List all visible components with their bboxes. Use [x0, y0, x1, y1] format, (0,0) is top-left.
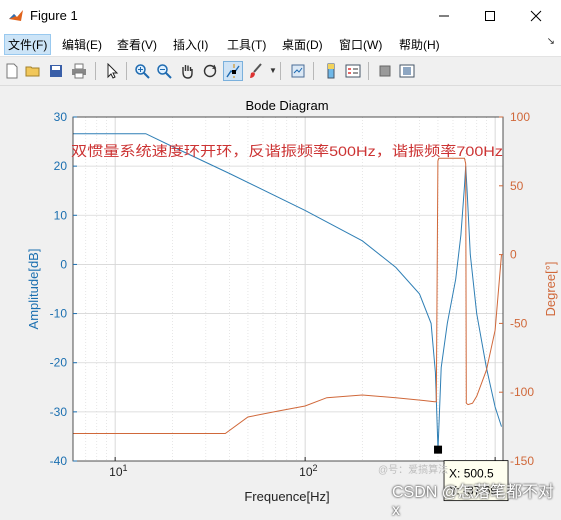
y-axis-left-label: Amplitude[dB] [26, 249, 41, 330]
link-plot-icon[interactable] [288, 61, 308, 81]
data-tip-marker [434, 445, 443, 454]
minimize-button[interactable] [421, 0, 467, 32]
y-right-tick-label: -100 [510, 385, 534, 399]
menu-view[interactable]: 查看(V) [117, 36, 157, 53]
new-figure-icon[interactable] [2, 61, 22, 81]
y-axis-right-label: Degree[°] [543, 261, 558, 316]
zoom-out-icon[interactable] [154, 61, 174, 81]
x-axis-label: Frequence[Hz] [244, 489, 329, 504]
maximize-button[interactable] [467, 0, 513, 32]
watermark-text: CSDN @怎落笔都不对x [392, 484, 555, 519]
open-file-icon[interactable] [23, 61, 43, 81]
menu-window[interactable]: 窗口(W) [339, 36, 382, 53]
toolbar-separator [368, 62, 369, 80]
insert-legend-icon[interactable] [343, 61, 363, 81]
y-left-tick-label: 30 [54, 110, 68, 124]
title-bar: Figure 1 [0, 0, 561, 32]
close-icon [530, 10, 542, 22]
menu-overflow-icon[interactable]: ↘ [547, 36, 555, 47]
right-axis-ticks: 100 50 0 -50 -100 -150 [499, 110, 534, 468]
save-icon[interactable] [46, 61, 66, 81]
y-left-tick-label: 0 [60, 257, 67, 271]
zoom-in-icon[interactable] [132, 61, 152, 81]
minimize-icon [439, 15, 449, 17]
hide-plot-tools-icon[interactable] [375, 61, 395, 81]
toolbar-separator [95, 62, 96, 80]
x-tick-label: 101 [109, 463, 127, 479]
brush-icon[interactable] [246, 61, 266, 81]
y-right-tick-label: -50 [510, 316, 528, 330]
brush-dropdown-icon[interactable]: ▼ [269, 66, 277, 75]
menu-file[interactable]: 文件(F) [4, 34, 52, 55]
menu-edit[interactable]: 编辑(E) [62, 36, 102, 53]
y-left-tick-label: 20 [54, 159, 68, 173]
window-title: Figure 1 [30, 8, 78, 23]
watermark-faint: @号：爱搞算法 [378, 465, 449, 476]
y-right-tick-label: 100 [510, 110, 530, 124]
rotate-3d-icon[interactable] [200, 61, 220, 81]
y-left-tick-label: -10 [50, 307, 68, 321]
matlab-icon [8, 8, 24, 29]
menu-tools[interactable]: 工具(T) [227, 36, 266, 53]
y-right-tick-label: 0 [510, 248, 517, 262]
toolbar: ▼ [0, 57, 561, 86]
y-left-tick-label: -40 [50, 454, 68, 468]
edit-plot-arrow-icon[interactable] [102, 61, 122, 81]
x-tick-label: 102 [299, 463, 317, 479]
y-right-tick-label: -150 [510, 454, 534, 468]
toolbar-separator [313, 62, 314, 80]
y-right-tick-label: 50 [510, 179, 524, 193]
show-plot-tools-icon[interactable] [397, 61, 417, 81]
menu-insert[interactable]: 插入(I) [173, 36, 208, 53]
menu-bar: 文件(F) 编辑(E) 查看(V) 插入(I) 工具(T) 桌面(D) 窗口(W… [0, 32, 561, 57]
y-left-tick-label: -30 [50, 405, 68, 419]
menu-help[interactable]: 帮助(H) [399, 36, 440, 53]
bode-plot-canvas[interactable]: Bode Diagram 3020100-10-20-30-40 100500-… [0, 85, 561, 507]
print-icon[interactable] [69, 61, 89, 81]
toolbar-separator [126, 62, 127, 80]
y-left-tick-label: 10 [54, 208, 68, 222]
y-left-tick-label: -20 [50, 356, 68, 370]
close-button[interactable] [513, 0, 559, 32]
data-cursor-icon[interactable] [223, 61, 243, 81]
chart-title: Bode Diagram [245, 98, 328, 113]
menu-desktop[interactable]: 桌面(D) [282, 36, 323, 53]
maximize-icon [485, 11, 495, 21]
annotation-text: 双惯量系统速度环开环，反谐振频率500Hz，谐振频率700Hz [71, 143, 503, 159]
insert-colorbar-icon[interactable] [321, 61, 341, 81]
pan-hand-icon[interactable] [177, 61, 197, 81]
toolbar-separator [280, 62, 281, 80]
